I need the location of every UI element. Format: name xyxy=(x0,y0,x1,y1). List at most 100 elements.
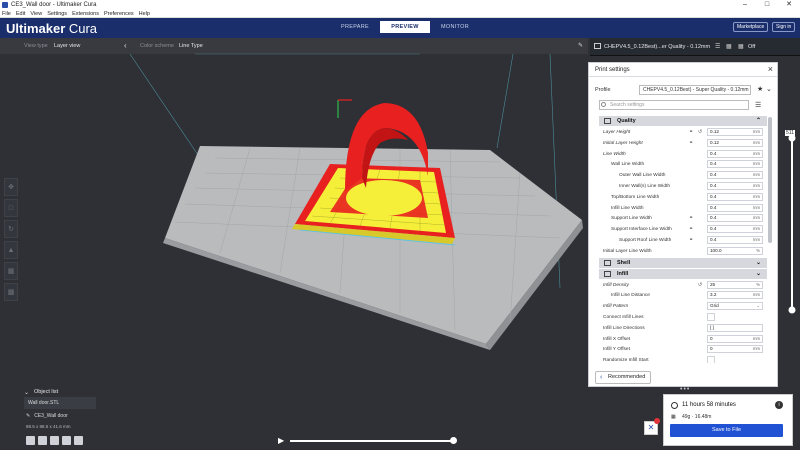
category-quality[interactable]: Quality ⌃ xyxy=(599,116,767,126)
category-shell[interactable]: Shell ⌄ xyxy=(599,257,767,268)
move-tool-icon[interactable]: ✥ xyxy=(4,178,18,196)
menu-preferences[interactable]: Preferences xyxy=(104,11,134,17)
setting-value-field[interactable]: 0.4 mm xyxy=(707,225,763,234)
category-infill[interactable]: Infill ⌄ xyxy=(599,268,767,279)
print-setup-bar[interactable]: CHEPV4.5_0.12Best)...er Quality - 0.12mm… xyxy=(590,38,800,56)
panel-resize-handle[interactable]: ••• xyxy=(680,386,690,393)
link-icon[interactable]: ⚭ xyxy=(689,129,693,135)
setting-value-field[interactable]: 0 mm xyxy=(707,334,763,343)
object-list-header[interactable]: Object list xyxy=(34,389,58,395)
setting-value-field[interactable]: 0.4 mm xyxy=(707,192,763,201)
setting-row: Support Interface Line Width ⚭ 0.4 mm xyxy=(589,224,779,235)
color-scheme-select[interactable]: Line Type xyxy=(179,43,203,49)
per-model-settings-icon[interactable]: ▦ xyxy=(4,262,18,280)
view-top-icon[interactable] xyxy=(50,436,59,445)
close-window-icon[interactable]: ✕ xyxy=(778,0,800,10)
settings-scrollbar[interactable] xyxy=(768,117,772,243)
menu-view[interactable]: View xyxy=(30,11,42,17)
scale-tool-icon[interactable]: □ xyxy=(4,199,18,217)
view-right-icon[interactable] xyxy=(74,436,83,445)
menu-edit[interactable]: Edit xyxy=(16,11,25,17)
link-icon[interactable]: ⚭ xyxy=(689,226,693,232)
layer-slider[interactable] xyxy=(788,132,796,322)
view-3d-icon[interactable] xyxy=(26,436,35,445)
menu-settings[interactable]: Settings xyxy=(47,11,67,17)
chevron-down-icon[interactable]: ⌄ xyxy=(24,389,29,396)
setting-value-field[interactable]: 3.2 mm xyxy=(707,291,763,300)
setting-value-field[interactable]: 0.4 mm xyxy=(707,171,763,180)
setting-row: Initial Layer Line Width 100.0% xyxy=(589,246,779,257)
setting-value-field[interactable]: 0.4 mm xyxy=(707,181,763,190)
menu-extensions[interactable]: Extensions xyxy=(72,11,99,17)
setting-label: Infill Pattern xyxy=(603,304,629,310)
marketplace-button[interactable]: Marketplace xyxy=(733,22,769,32)
maximize-icon[interactable]: □ xyxy=(756,0,778,10)
reset-icon[interactable]: ↺ xyxy=(698,282,702,288)
setting-value: 3.2 xyxy=(710,292,717,298)
view-front-icon[interactable] xyxy=(38,436,47,445)
recommended-button[interactable]: ‹ Recommended xyxy=(595,371,651,384)
settings-menu-icon[interactable]: ☰ xyxy=(755,101,761,109)
setting-row: Infill Line Directions [ ] xyxy=(589,323,779,334)
profile-summary[interactable]: CHEPV4.5_0.12Best)...er Quality - 0.12mm xyxy=(604,44,710,50)
simulation-slider[interactable] xyxy=(290,440,455,442)
link-icon[interactable]: ⚭ xyxy=(689,215,693,221)
setting-select[interactable]: Grid ⌄ xyxy=(707,302,763,311)
setting-label: Support Roof Line Width xyxy=(619,237,672,243)
reset-icon[interactable]: ↺ xyxy=(698,129,702,135)
layer-number[interactable]: 511 xyxy=(785,130,795,136)
setting-value-field[interactable]: 100.0% xyxy=(707,246,763,255)
cancel-slice-button[interactable]: ✕ xyxy=(644,418,660,435)
setting-value-field[interactable]: 0 mm xyxy=(707,345,763,354)
settings-list[interactable]: Quality ⌃ Layer Height ⚭ ↺ 0.12 mm Initial Lay… xyxy=(589,115,779,363)
setting-value-field[interactable]: 0.12 mm xyxy=(707,128,763,136)
tab-prepare[interactable]: PREPARE xyxy=(330,21,380,33)
clock-icon xyxy=(671,402,678,409)
setting-value-field[interactable]: 0.12 mm xyxy=(707,138,763,147)
tab-monitor[interactable]: MONITOR xyxy=(430,21,480,33)
setting-checkbox[interactable] xyxy=(707,312,715,321)
close-icon[interactable]: × xyxy=(768,64,773,74)
view-type-select[interactable]: Layer view xyxy=(54,43,80,49)
search-input[interactable]: Search settings xyxy=(599,100,749,110)
setting-unit: mm xyxy=(753,226,760,232)
setting-value-field[interactable]: 0.4 mm xyxy=(707,160,763,169)
object-actions xyxy=(26,436,86,445)
info-icon[interactable]: i xyxy=(775,401,783,409)
setting-value-field[interactable]: 0.4 mm xyxy=(707,149,763,158)
menu-file[interactable]: File xyxy=(2,11,11,17)
star-icon[interactable]: ★ xyxy=(757,85,763,93)
menu-help[interactable]: Help xyxy=(139,11,150,17)
setting-unit: mm xyxy=(753,346,760,352)
pencil-icon[interactable]: ✎ xyxy=(26,413,30,419)
rotate-tool-icon[interactable]: ↻ xyxy=(4,220,18,238)
setting-value-field[interactable]: 25% xyxy=(707,280,763,289)
tab-preview[interactable]: PREVIEW xyxy=(380,21,430,33)
profile-select[interactable]: CHEPV4.5_0.12Best) - Super Quality - 0.1… xyxy=(639,85,751,95)
setting-unit: mm xyxy=(753,150,760,156)
simulation-slider-handle[interactable] xyxy=(450,437,457,444)
cura-app-icon xyxy=(2,2,8,8)
sign-in-button[interactable]: Sign in xyxy=(772,22,796,32)
view-left-icon[interactable] xyxy=(62,436,71,445)
object-list-item[interactable]: Wall door.STL xyxy=(24,397,96,409)
link-icon[interactable]: ⚭ xyxy=(689,140,693,146)
left-toolbar: ✥ □ ↻ ▲ ▦ ▩ xyxy=(4,178,18,304)
save-to-file-button[interactable]: Save to File xyxy=(670,424,783,437)
setting-checkbox[interactable] xyxy=(707,356,715,363)
support-blocker-icon[interactable]: ▩ xyxy=(4,283,18,301)
minimize-icon[interactable]: – xyxy=(734,0,756,10)
chevron-down-icon: ⌄ xyxy=(756,303,760,309)
chevron-down-icon[interactable]: ⌄ xyxy=(766,85,772,93)
play-icon[interactable]: ▶ xyxy=(278,436,284,445)
mirror-tool-icon[interactable]: ▲ xyxy=(4,241,18,259)
setting-value-field[interactable]: 0.4 mm xyxy=(707,235,763,244)
object-list: ⌄ Object list Wall door.STL xyxy=(24,389,96,409)
setting-value-field[interactable]: 0.4 mm xyxy=(707,214,763,223)
setting-value-field[interactable]: 0.4 mm xyxy=(707,203,763,212)
pencil-icon[interactable]: ✎ xyxy=(578,42,583,49)
chevron-down-icon: ⌄ xyxy=(755,270,761,277)
link-icon[interactable]: ⚭ xyxy=(689,237,693,243)
chevron-left-icon[interactable]: ‹ xyxy=(124,41,127,50)
setting-value-field[interactable]: [ ] xyxy=(707,323,763,332)
